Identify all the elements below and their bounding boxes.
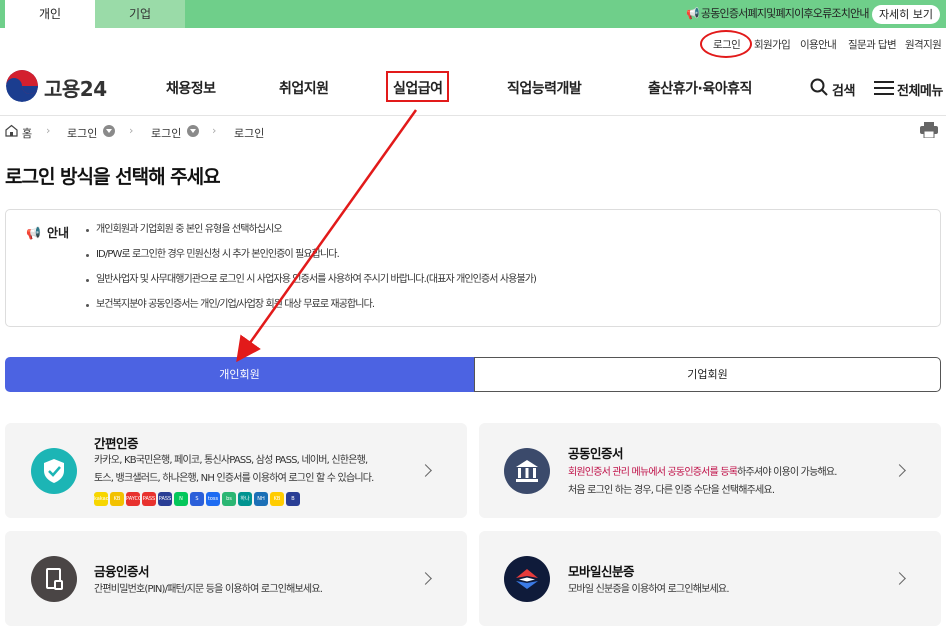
chevron-right-icon [893, 464, 906, 477]
provider-logo-icon: KB [110, 492, 124, 506]
info-item: 개인회원과 기업회원 중 본인 유형을 선택하십시오 [86, 222, 536, 247]
provider-logo-icon: PASS [158, 492, 172, 506]
card-desc-rest: 하주셔야 이용이 가능해요. [737, 467, 837, 478]
emblem-icon[interactable] [6, 70, 38, 102]
provider-logo-icon: kakao [94, 492, 108, 506]
gnb-vocational-training[interactable]: 직업능력개발 [507, 78, 582, 98]
document-icon [31, 556, 77, 602]
provider-logo-icon: PAYCO [126, 492, 140, 506]
info-item: 보건복지분야 공동인증서는 개인/기업/사업장 회원 대상 무료로 재공합니다. [86, 297, 536, 322]
breadcrumb-home[interactable]: 홈 [22, 125, 32, 141]
notice-text: 공동인증서폐지및폐지이후오류조치안내 [700, 7, 870, 20]
provider-logo-icon: B [286, 492, 300, 506]
info-item: ID/PW로 로그인한 경우 민원신청 시 추가 본인인증이 필요합니다. [86, 247, 536, 272]
print-icon[interactable] [920, 122, 938, 138]
card-desc: 처음 로그인 하는 경우, 다른 인증 수단을 선택해주세요. [568, 485, 775, 496]
mobile-id-card[interactable]: 모바일신분증 모바일 신분증을 이용하여 로그인해보세요. [479, 531, 941, 626]
util-qna-link[interactable]: 질문과 답변 [848, 37, 897, 52]
search-icon[interactable] [810, 78, 828, 96]
header-divider [0, 115, 946, 116]
home-icon[interactable] [5, 124, 18, 137]
card-title: 금융인증서 [94, 564, 150, 579]
login-highlight-circle [700, 30, 752, 58]
provider-logo-icon: NH [254, 492, 268, 506]
info-heading-label: 안내 [46, 226, 70, 240]
megaphone-icon: 📢 [26, 226, 41, 240]
card-desc: 토스, 뱅크샐러드, 하나은행, NH 인증서를 이용하여 로그인 할 수 있습… [94, 473, 374, 484]
provider-logo-icon: S [190, 492, 204, 506]
util-signup-link[interactable]: 회원가입 [754, 37, 791, 52]
chevron-down-icon[interactable] [103, 125, 115, 137]
gnb-jobs[interactable]: 채용정보 [166, 78, 216, 98]
tab-business[interactable]: 기업 [95, 0, 185, 28]
card-desc: 간편비밀번호(PIN)/패턴/지문 등을 이용하여 로그인해보세요. [94, 584, 323, 595]
chevron-right-icon [419, 572, 432, 585]
gnb-employment-support[interactable]: 취업지원 [279, 78, 329, 98]
breadcrumb-item[interactable]: 로그인 [151, 125, 181, 141]
provider-logo-icon: N [174, 492, 188, 506]
chevron-right-icon [893, 572, 906, 585]
page-title: 로그인 방식을 선택해 주세요 [5, 166, 221, 188]
breadcrumb-separator-icon: › [212, 124, 217, 137]
provider-logo-icon: PASS [142, 492, 156, 506]
card-title: 간편인증 [94, 436, 139, 451]
bank-icon [504, 448, 550, 494]
megaphone-icon: 📢 [686, 7, 700, 20]
logo-text[interactable]: 고용24 [44, 73, 107, 102]
tab-personal[interactable]: 개인 [5, 0, 95, 28]
tab-business-member[interactable]: 기업회원 [474, 357, 941, 392]
chevron-right-icon [419, 464, 432, 477]
chevron-down-icon[interactable] [187, 125, 199, 137]
gnb-parental-leave[interactable]: 출산휴가·육아휴직 [648, 78, 752, 98]
shield-check-icon [31, 448, 77, 494]
tab-personal-member[interactable]: 개인회원 [5, 357, 474, 392]
breadcrumb-item[interactable]: 로그인 [67, 125, 97, 141]
breadcrumb-current: 로그인 [234, 127, 265, 140]
info-box: 📢 안내 개인회원과 기업회원 중 본인 유형을 선택하십시오 ID/PW로 로그… [5, 209, 941, 327]
unemployment-highlight-box [386, 71, 449, 102]
provider-logo-icon: bs [222, 492, 236, 506]
breadcrumb-separator-icon: › [129, 124, 134, 137]
notice-link[interactable]: 📢 공동인증서폐지및폐지이후오류조치안내 [686, 0, 869, 28]
breadcrumb-separator-icon: › [46, 124, 51, 137]
mobile-id-icon [504, 556, 550, 602]
card-title: 모바일신분증 [568, 564, 635, 579]
util-remote-link[interactable]: 원격지원 [905, 37, 942, 52]
card-desc-highlight: 회원인증서 관리 메뉴에서 공동인증서를 등록 [568, 467, 738, 478]
financial-cert-card[interactable]: 금융인증서 간편비밀번호(PIN)/패턴/지문 등을 이용하여 로그인해보세요. [5, 531, 467, 626]
notice-detail-button[interactable]: 자세히 보기 [872, 5, 940, 24]
all-menu-label[interactable]: 전체메뉴 [897, 80, 943, 99]
card-desc: 회원인증서 관리 메뉴에서 공동인증서를 등록하주셔야 이용이 가능해요. [568, 463, 837, 483]
info-heading: 📢 안내 [26, 224, 69, 241]
provider-logo-icon: toss [206, 492, 220, 506]
card-desc: 카카오, KB국민은행, 페이코, 통신사PASS, 삼성 PASS, 네이버,… [94, 455, 368, 466]
card-desc: 모바일 신분증을 이용하여 로그인해보세요. [568, 584, 730, 595]
provider-icons: kakao KB PAYCO PASS PASS N Stoss bs 하나 NH KB B [94, 492, 300, 506]
info-list: 개인회원과 기업회원 중 본인 유형을 선택하십시오 ID/PW로 로그인한 경… [86, 222, 537, 322]
search-label[interactable]: 검색 [832, 80, 855, 99]
provider-logo-icon: KB [270, 492, 284, 506]
provider-logo-icon: 하나 [238, 492, 252, 506]
hamburger-icon[interactable] [874, 80, 894, 96]
card-title: 공동인증서 [568, 446, 624, 461]
util-guide-link[interactable]: 이용안내 [800, 37, 837, 52]
info-item: 일반사업자 및 사무대행기관으로 로그인 시 사업자용 인증서를 사용하여 주시… [86, 272, 537, 297]
joint-cert-card[interactable]: 공동인증서 회원인증서 관리 메뉴에서 공동인증서를 등록하주셔야 이용이 가능… [479, 423, 941, 518]
